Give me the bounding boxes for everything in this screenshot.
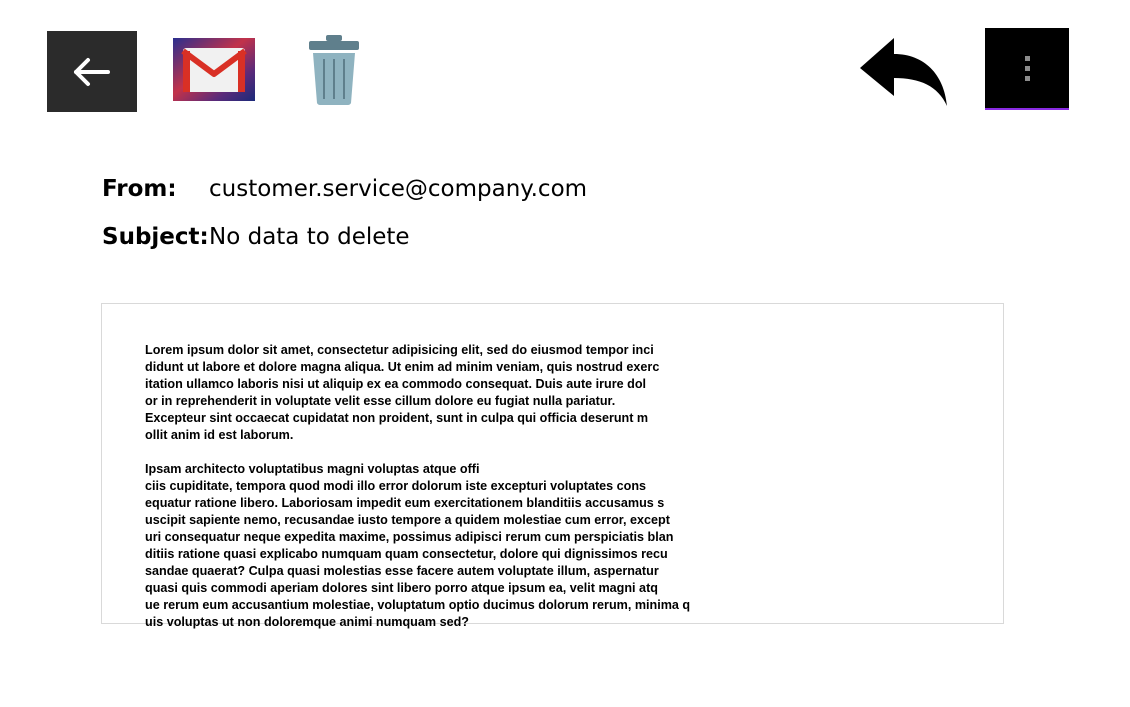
subject-label: Subject:	[102, 224, 209, 250]
body-line: didunt ut labore et dolore magna aliqua.…	[145, 360, 660, 374]
from-row: From: customer.service@company.com	[102, 176, 587, 202]
body-paragraph-1: Lorem ipsum dolor sit amet, consectetur …	[145, 342, 745, 444]
body-line: sandae quaerat? Culpa quasi molestias es…	[145, 564, 659, 578]
body-paragraph-2: Ipsam architecto voluptatibus magni volu…	[145, 461, 745, 631]
body-line: Ipsam architecto voluptatibus magni volu…	[145, 462, 480, 476]
subject-value: No data to delete	[209, 224, 410, 250]
more-options-button[interactable]	[985, 28, 1069, 110]
email-view: From: customer.service@company.com Subjec…	[0, 0, 1130, 707]
reply-icon	[860, 38, 947, 106]
back-button[interactable]	[47, 31, 137, 112]
arrow-left-icon	[74, 57, 110, 86]
body-line: equatur ratione libero. Laboriosam imped…	[145, 496, 665, 510]
body-line: quasi quis commodi aperiam dolores sint …	[145, 581, 658, 595]
delete-button[interactable]	[305, 33, 363, 107]
reply-button[interactable]	[858, 36, 950, 108]
body-line: or in reprehenderit in voluptate velit e…	[145, 394, 616, 408]
trash-icon	[309, 35, 359, 105]
more-vertical-icon	[1024, 55, 1030, 81]
gmail-icon	[173, 38, 255, 101]
email-body: Lorem ipsum dolor sit amet, consectetur …	[145, 342, 745, 631]
body-line: Excepteur sint occaecat cupidatat non pr…	[145, 411, 649, 425]
body-line: ollit anim id est laborum.	[145, 428, 294, 442]
from-label: From:	[102, 176, 177, 202]
body-line: ciis cupiditate, tempora quod modi illo …	[145, 479, 647, 493]
from-value: customer.service@company.com	[209, 176, 588, 202]
body-line: uscipit sapiente nemo, recusandae iusto …	[145, 513, 670, 527]
body-line: ditiis ratione quasi explicabo numquam q…	[145, 547, 668, 561]
body-line: uis voluptas ut non doloremque animi num…	[145, 615, 469, 629]
body-line: uri consequatur neque expedita maxime, p…	[145, 530, 674, 544]
subject-row: Subject:No data to delete	[102, 224, 410, 250]
gmail-button[interactable]	[173, 38, 255, 101]
body-line: itation ullamco laboris nisi ut aliquip …	[145, 377, 647, 391]
body-line: Lorem ipsum dolor sit amet, consectetur …	[145, 343, 654, 357]
body-line: ue rerum eum accusantium molestiae, volu…	[145, 598, 691, 612]
